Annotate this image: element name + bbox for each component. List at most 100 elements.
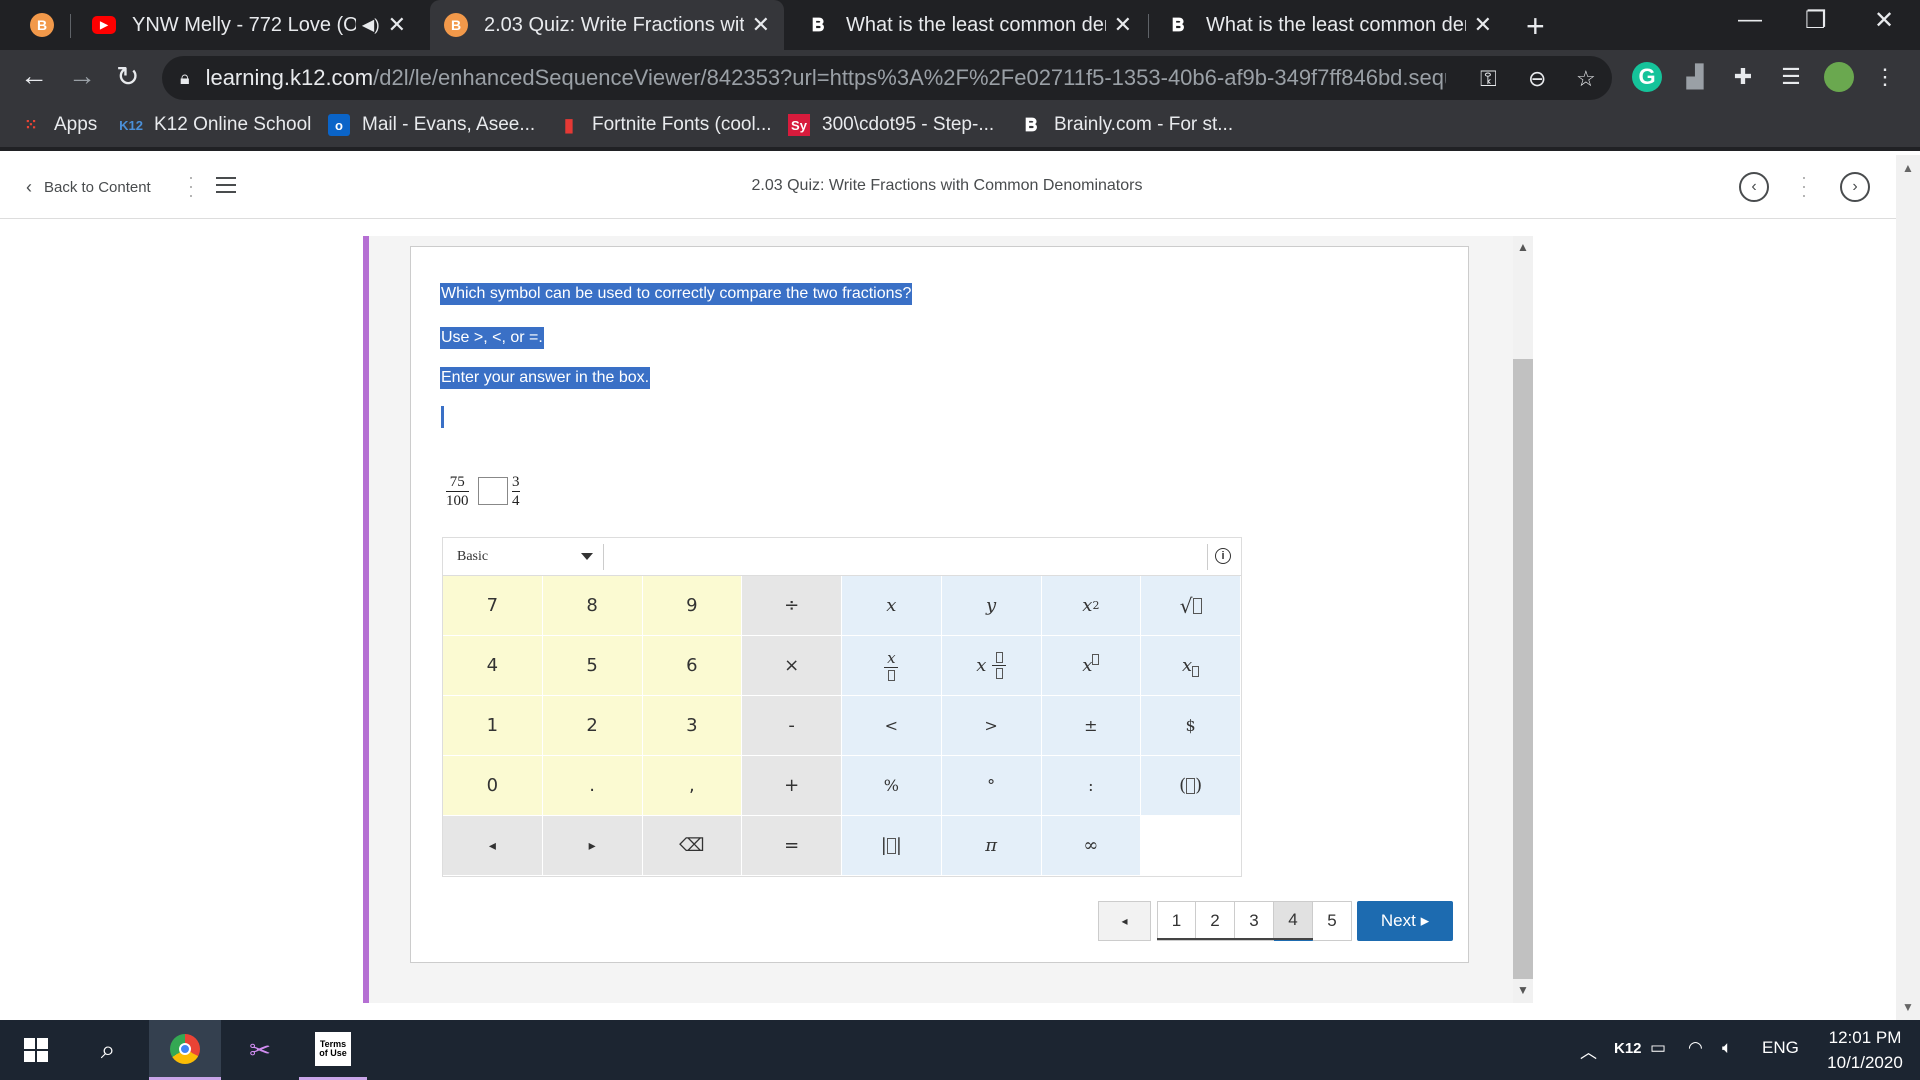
key-plus-minus[interactable]: ± bbox=[1041, 696, 1142, 756]
snipping-tool-icon[interactable]: ✂ bbox=[224, 1020, 296, 1080]
scroll-up-icon[interactable]: ▲ bbox=[1517, 240, 1529, 254]
back-arrow-icon[interactable]: ← bbox=[20, 60, 48, 92]
key-dollar[interactable]: $ bbox=[1141, 696, 1241, 756]
key-percent[interactable]: % bbox=[842, 756, 942, 816]
page-5-button[interactable]: 5 bbox=[1313, 901, 1352, 941]
tab-youtube[interactable]: ▶ YNW Melly - 772 Love (Offici ◀) ✕ bbox=[78, 0, 420, 50]
key-9[interactable]: 9 bbox=[642, 576, 743, 636]
previous-activity-button[interactable]: ‹ bbox=[1739, 172, 1769, 202]
minimize-icon[interactable]: — bbox=[1738, 6, 1762, 34]
scroll-down-icon[interactable]: ▼ bbox=[1902, 1000, 1914, 1014]
extensions-puzzle-icon[interactable]: ✚ bbox=[1728, 62, 1758, 92]
chrome-menu-icon[interactable]: ⋮ bbox=[1870, 62, 1900, 92]
pinned-tab[interactable]: B bbox=[22, 0, 62, 50]
key-x-squared[interactable]: x2 bbox=[1041, 576, 1142, 636]
quiz-scrollbar[interactable]: ▲ ▼ bbox=[1513, 236, 1533, 1003]
key-x[interactable]: x bbox=[842, 576, 942, 636]
key-degree[interactable]: ° bbox=[941, 756, 1042, 816]
key-multiply[interactable]: × bbox=[742, 636, 842, 696]
chevron-down-icon[interactable] bbox=[581, 553, 593, 560]
bookmark-fortnite[interactable]: ▮ Fortnite Fonts (cool... bbox=[558, 114, 771, 136]
taskbar-terms-of-use[interactable]: Terms of Use bbox=[299, 1020, 367, 1080]
taskbar-chrome[interactable] bbox=[149, 1020, 221, 1080]
key-parentheses[interactable]: () bbox=[1141, 756, 1241, 816]
close-tab-icon[interactable]: ✕ bbox=[752, 12, 770, 38]
key-infinity[interactable]: ∞ bbox=[1041, 816, 1142, 876]
key-fraction[interactable]: x bbox=[842, 636, 942, 696]
answer-input[interactable] bbox=[478, 477, 508, 505]
address-bar[interactable]: 🔒︎ learning.k12.com/d2l/le/enhancedSeque… bbox=[162, 56, 1612, 100]
key-cursor-left[interactable]: ◂ bbox=[443, 816, 543, 876]
bookmark-brainly[interactable]: 𝐁 Brainly.com - For st... bbox=[1020, 114, 1233, 136]
key-minus[interactable]: - bbox=[742, 696, 842, 756]
key-plus[interactable]: + bbox=[742, 756, 842, 816]
next-activity-button[interactable]: › bbox=[1840, 172, 1870, 202]
scroll-up-icon[interactable]: ▲ bbox=[1902, 161, 1914, 175]
bookmark-apps[interactable]: ⁙ Apps bbox=[20, 114, 97, 136]
backspace-icon[interactable]: ⌫ bbox=[642, 816, 743, 876]
page-3-button[interactable]: 3 bbox=[1235, 901, 1274, 941]
key-4[interactable]: 4 bbox=[443, 636, 543, 696]
restore-icon[interactable]: ❐ bbox=[1805, 6, 1827, 35]
key-pi[interactable]: π bbox=[941, 816, 1042, 876]
key-decimal[interactable]: . bbox=[542, 756, 643, 816]
key-colon[interactable]: : bbox=[1041, 756, 1142, 816]
forward-arrow-icon[interactable]: → bbox=[68, 60, 96, 92]
scroll-down-icon[interactable]: ▼ bbox=[1517, 983, 1529, 997]
key-icon[interactable]: ⚿ bbox=[1480, 66, 1497, 92]
key-divide[interactable]: ÷ bbox=[742, 576, 842, 636]
key-subscript[interactable]: x bbox=[1141, 636, 1241, 696]
key-greater-than[interactable]: > bbox=[941, 696, 1042, 756]
key-8[interactable]: 8 bbox=[542, 576, 643, 636]
page-1-button[interactable]: 1 bbox=[1157, 901, 1196, 941]
windows-start-icon[interactable] bbox=[12, 1020, 60, 1080]
language-indicator[interactable]: ENG bbox=[1762, 1038, 1799, 1058]
key-2[interactable]: 2 bbox=[542, 696, 643, 756]
close-tab-icon[interactable]: ✕ bbox=[1474, 12, 1492, 38]
bookmark-symbolab[interactable]: Sy 300\cdot95 - Step-... bbox=[788, 114, 994, 136]
wifi-icon[interactable]: ◠ bbox=[1688, 1038, 1703, 1058]
key-less-than[interactable]: < bbox=[842, 696, 942, 756]
page-scrollbar[interactable]: ▲ ▼ bbox=[1896, 155, 1920, 1020]
keypad-mode-select[interactable]: Basic bbox=[457, 549, 488, 565]
system-clock[interactable]: 12:01 PM 10/1/2020 bbox=[1815, 1025, 1915, 1075]
tab-lcd-2[interactable]: 𝐁 What is the least common denom ✕ bbox=[1152, 0, 1506, 50]
search-icon[interactable]: ⌕ bbox=[84, 1020, 132, 1080]
media-queue-icon[interactable]: ☰ bbox=[1776, 62, 1806, 92]
new-tab-button[interactable]: + bbox=[1526, 8, 1545, 45]
key-square-root[interactable]: √ bbox=[1141, 576, 1241, 636]
key-7[interactable]: 7 bbox=[443, 576, 543, 636]
key-exponent[interactable]: x bbox=[1041, 636, 1142, 696]
window-close-icon[interactable]: ✕ bbox=[1874, 6, 1894, 35]
profile-avatar[interactable] bbox=[1824, 62, 1854, 92]
bookmark-mail[interactable]: o Mail - Evans, Asee... bbox=[328, 114, 535, 136]
key-equals[interactable]: = bbox=[742, 816, 842, 876]
close-tab-icon[interactable]: ✕ bbox=[388, 12, 406, 38]
scroll-thumb[interactable] bbox=[1513, 359, 1533, 979]
chevron-up-icon[interactable]: ︿ bbox=[1580, 1038, 1597, 1063]
volume-icon[interactable]: 🔈︎ bbox=[1722, 1038, 1732, 1058]
signal-extension-icon[interactable]: ▟ bbox=[1680, 62, 1710, 92]
reload-icon[interactable]: ↻ bbox=[116, 60, 139, 93]
key-5[interactable]: 5 bbox=[542, 636, 643, 696]
key-1[interactable]: 1 bbox=[443, 696, 543, 756]
star-icon[interactable]: ☆ bbox=[1576, 66, 1596, 92]
close-tab-icon[interactable]: ✕ bbox=[1114, 12, 1132, 38]
tray-k12-label[interactable]: K12 bbox=[1614, 1040, 1642, 1057]
key-comma[interactable]: , bbox=[642, 756, 743, 816]
next-button[interactable]: Next ▸ bbox=[1357, 901, 1453, 941]
page-4-button-current[interactable]: 4 bbox=[1274, 901, 1313, 941]
battery-icon[interactable]: ▭ bbox=[1650, 1038, 1666, 1058]
info-icon[interactable]: i bbox=[1215, 548, 1231, 564]
grammarly-icon[interactable]: G bbox=[1632, 62, 1662, 92]
previous-question-button[interactable]: ◂ bbox=[1098, 901, 1151, 941]
bookmark-k12[interactable]: K12 K12 Online School bbox=[119, 114, 311, 136]
tab-lcd-1[interactable]: 𝐁 What is the least common denom ✕ bbox=[792, 0, 1146, 50]
key-3[interactable]: 3 bbox=[642, 696, 743, 756]
zoom-icon[interactable]: ⊖ bbox=[1528, 66, 1546, 92]
key-absolute-value[interactable]: | | bbox=[842, 816, 942, 876]
tab-quiz-active[interactable]: B 2.03 Quiz: Write Fractions with Co ✕ bbox=[430, 0, 784, 50]
key-0[interactable]: 0 bbox=[443, 756, 543, 816]
key-6[interactable]: 6 bbox=[642, 636, 743, 696]
key-cursor-right[interactable]: ▸ bbox=[542, 816, 643, 876]
